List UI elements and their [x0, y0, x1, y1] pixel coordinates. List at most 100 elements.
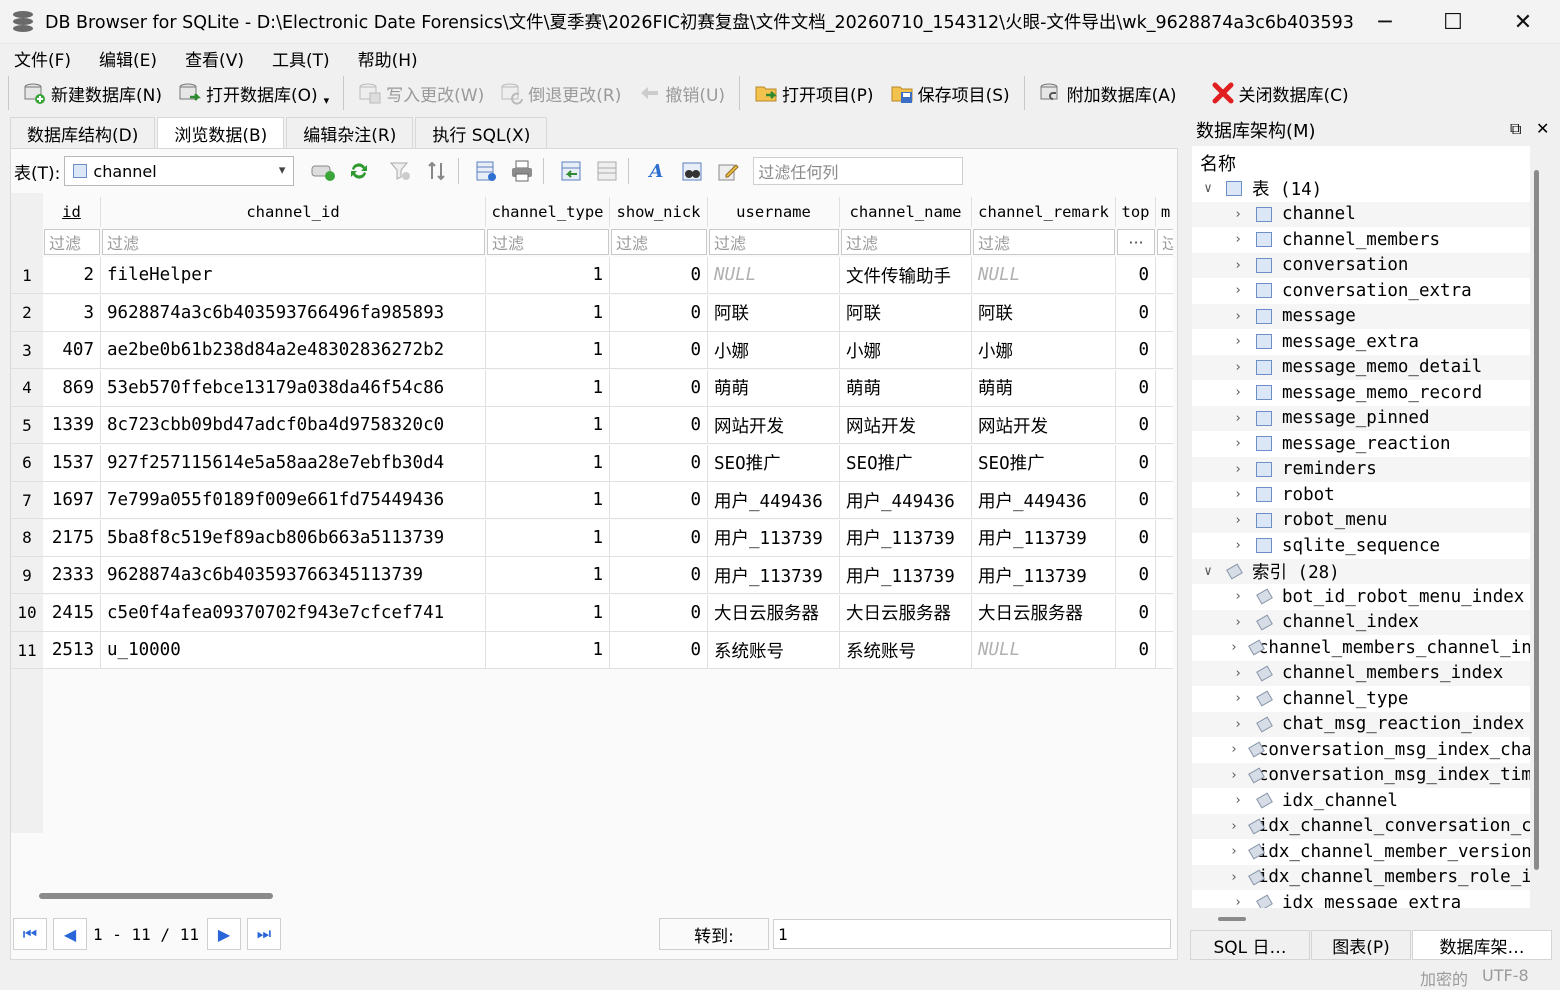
column-filter-top[interactable]: ··· [1117, 229, 1155, 255]
column-header-channel_name[interactable]: channel_name [840, 197, 972, 227]
dock-tab-db-schema[interactable]: 数据库架… [1412, 930, 1552, 960]
close-database-button[interactable]: 关闭数据库(C) [1203, 75, 1357, 111]
table-cell-channel_type[interactable]: 1 [486, 519, 610, 557]
tree-item-table[interactable]: › channel [1192, 201, 1530, 227]
table-cell-channel_id[interactable]: 8c723cbb09bd47adcf0ba4d9758320c0 [101, 407, 486, 444]
table-cell-show_nick[interactable]: 0 [610, 294, 708, 332]
table-cell-id[interactable]: 2415 [43, 594, 101, 632]
tree-vertical-scrollbar[interactable] [1532, 170, 1542, 908]
table-cell-id[interactable]: 1697 [43, 482, 101, 519]
table-cell-username[interactable]: 大日云服务器 [708, 594, 840, 632]
maximize-button[interactable]: ☐ [1418, 0, 1488, 44]
table-cell-channel_type[interactable]: 1 [486, 369, 610, 407]
chevron-right-icon[interactable]: › [1230, 258, 1246, 273]
table-cell-channel_remark[interactable]: 小娜 [972, 332, 1116, 369]
import-records-icon[interactable] [556, 156, 586, 186]
tree-item-index[interactable]: › channel_members_index [1192, 660, 1530, 686]
table-cell-channel_name[interactable]: 用户_113739 [840, 557, 972, 594]
table-cell-top[interactable]: 0 [1116, 482, 1156, 519]
chevron-right-icon[interactable]: › [1230, 768, 1238, 783]
filter-any-column-input[interactable]: 过滤任何列 [753, 157, 964, 185]
chevron-right-icon[interactable]: › [1230, 717, 1246, 732]
column-filter-channel_remark[interactable]: 过滤 [973, 229, 1115, 255]
column-header-channel_type[interactable]: channel_type [486, 197, 610, 227]
tree-item-table[interactable]: › message [1192, 303, 1530, 329]
chevron-right-icon[interactable]: › [1230, 819, 1238, 834]
close-window-button[interactable]: ✕ [1488, 0, 1558, 44]
table-cell-channel_name[interactable]: 萌萌 [840, 369, 972, 407]
tree-item-table[interactable]: › sqlite_sequence [1192, 533, 1530, 558]
tree-item-index[interactable]: › idx_channel [1192, 788, 1530, 813]
table-cell-show_nick[interactable]: 0 [610, 257, 708, 294]
tree-item-table[interactable]: › reminders [1192, 456, 1530, 482]
table-cell-channel_name[interactable]: 大日云服务器 [840, 594, 972, 632]
table-cell-username[interactable]: 阿联 [708, 294, 840, 332]
row-number[interactable]: 4 [11, 369, 43, 407]
table-cell-channel_remark[interactable]: SEO推广 [972, 444, 1116, 482]
table-cell-m[interactable] [1156, 257, 1173, 294]
table-cell-channel_name[interactable]: 网站开发 [840, 407, 972, 444]
chevron-right-icon[interactable]: › [1230, 538, 1246, 553]
menu-file[interactable]: 文件(F) [0, 46, 85, 71]
chevron-right-icon[interactable]: › [1230, 666, 1246, 681]
table-cell-channel_type[interactable]: 1 [486, 632, 610, 669]
tree-item-index[interactable]: › channel_members_channel_in [1192, 635, 1530, 660]
table-cell-top[interactable]: 0 [1116, 407, 1156, 444]
chevron-down-icon[interactable]: ∨ [1200, 181, 1216, 196]
table-cell-channel_name[interactable]: 阿联 [840, 294, 972, 332]
table-cell-m[interactable] [1156, 369, 1173, 407]
table-cell-top[interactable]: 0 [1116, 632, 1156, 669]
table-cell-channel_name[interactable]: 小娜 [840, 332, 972, 369]
table-cell-channel_remark[interactable]: 用户_449436 [972, 482, 1116, 519]
chevron-right-icon[interactable]: › [1230, 487, 1246, 502]
column-header-username[interactable]: username [708, 197, 840, 227]
table-cell-channel_name[interactable]: 系统账号 [840, 632, 972, 669]
tree-item-index[interactable]: › conversation_msg_index_tim [1192, 762, 1530, 788]
chevron-right-icon[interactable]: › [1230, 691, 1246, 706]
table-cell-m[interactable] [1156, 332, 1173, 369]
column-filter-id[interactable]: 过滤 [44, 229, 100, 255]
tree-horizontal-scrollbar-thumb[interactable] [1218, 917, 1246, 921]
column-header-channel_id[interactable]: channel_id [101, 197, 486, 227]
table-cell-channel_name[interactable]: 用户_449436 [840, 482, 972, 519]
table-cell-m[interactable] [1156, 482, 1173, 519]
table-select[interactable]: channel ▾ [64, 156, 295, 186]
table-cell-m[interactable] [1156, 557, 1173, 594]
table-cell-channel_type[interactable]: 1 [486, 594, 610, 632]
chevron-right-icon[interactable]: › [1230, 411, 1246, 426]
tree-item-index[interactable]: › idx_message_extra [1192, 890, 1530, 909]
row-number[interactable]: 8 [11, 519, 43, 557]
open-database-button[interactable]: 打开数据库(O) ▾ [170, 75, 337, 111]
dock-tab-sql-log[interactable]: SQL 日… [1190, 930, 1310, 960]
table-cell-channel_type[interactable]: 1 [486, 407, 610, 444]
chevron-down-icon[interactable]: ∨ [1200, 564, 1216, 579]
table-cell-channel_remark[interactable]: 大日云服务器 [972, 594, 1116, 632]
table-cell-channel_remark[interactable]: 阿联 [972, 294, 1116, 332]
table-cell-m[interactable] [1156, 444, 1173, 482]
table-cell-top[interactable]: 0 [1116, 294, 1156, 332]
table-cell-show_nick[interactable]: 0 [610, 519, 708, 557]
tree-group-indexes[interactable]: ∨ 索引 (28) [1192, 558, 1530, 584]
table-cell-m[interactable] [1156, 294, 1173, 332]
table-cell-m[interactable] [1156, 632, 1173, 669]
tree-item-table[interactable]: › conversation_extra [1192, 278, 1530, 303]
menu-view[interactable]: 查看(V) [171, 46, 258, 71]
row-number[interactable]: 10 [11, 594, 43, 632]
chevron-right-icon[interactable]: › [1230, 793, 1246, 808]
table-cell-channel_id[interactable]: fileHelper [101, 257, 486, 294]
table-cell-channel_remark[interactable]: 用户_113739 [972, 557, 1116, 594]
table-cell-channel_id[interactable]: 927f257115614e5a58aa28e7ebfb30d4 [101, 444, 486, 482]
chevron-right-icon[interactable]: › [1230, 232, 1246, 247]
tree-group-tables[interactable]: ∨ 表 (14) [1192, 176, 1530, 201]
dock-tab-plot[interactable]: 图表(P) [1311, 930, 1411, 960]
table-cell-channel_type[interactable]: 1 [486, 557, 610, 594]
row-number[interactable]: 11 [11, 632, 43, 669]
table-cell-channel_remark[interactable]: NULL [972, 257, 1116, 294]
row-number[interactable]: 1 [11, 257, 43, 294]
sort-icon[interactable] [422, 156, 452, 186]
column-filter-show_nick[interactable]: 过滤 [611, 229, 707, 255]
binoculars-icon[interactable] [677, 156, 707, 186]
new-database-button[interactable]: 新建数据库(N) [15, 75, 170, 111]
table-cell-id[interactable]: 3 [43, 294, 101, 332]
table-cell-show_nick[interactable]: 0 [610, 407, 708, 444]
